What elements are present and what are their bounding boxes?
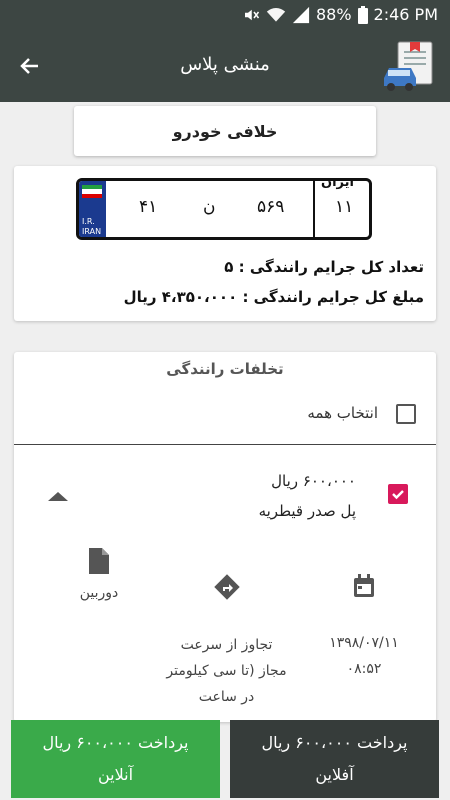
status-bar: 88% 2:46 PM	[0, 0, 450, 30]
divider	[14, 444, 436, 445]
violation-amount: ۶۰۰،۰۰۰ ریال	[271, 472, 356, 490]
violation-type: تجاوز از سرعت مجاز (تا سی کیلومتر در ساع…	[166, 637, 287, 705]
total-violations-count: تعداد کل جرایم رانندگی : ۵	[224, 258, 424, 276]
direction-icon	[213, 574, 240, 600]
plate-separator	[313, 181, 315, 237]
car-document-logo-icon	[384, 41, 433, 91]
plate-band-line1: I.R.	[82, 217, 95, 226]
plate-summary-card: I.R. IRAN ۴۱ ن ۵۶۹ ایران ۱۱ تعداد کل جرا…	[14, 166, 436, 321]
plate-region-code: ۱۱	[335, 197, 354, 217]
app-bar: منشی پلاس	[0, 30, 450, 102]
violation-source: دوربین	[79, 585, 119, 601]
wifi-icon	[266, 7, 286, 22]
violations-card: تخلفات رانندگی انتخاب همه ۶۰۰،۰۰۰ ریال پ…	[14, 352, 436, 722]
pay-online-label: پرداخت ۶۰۰،۰۰۰ ریال آنلاین	[42, 733, 189, 784]
pay-offline-button[interactable]: پرداخت ۶۰۰،۰۰۰ ریال آفلاین	[230, 720, 439, 798]
plate-country-band: I.R. IRAN	[79, 181, 106, 237]
document-icon	[89, 548, 109, 574]
signal-icon	[292, 6, 310, 23]
select-all-label[interactable]: انتخاب همه	[307, 404, 378, 422]
violation-location: پل صدر قیطریه	[258, 502, 356, 520]
mute-icon	[244, 9, 260, 20]
checkmark-icon	[392, 490, 404, 500]
violation-source-column: دوربین	[58, 548, 140, 606]
violation-datetime-column: ۱۳۹۸/۰۷/۱۱ ۰۸:۵۲	[304, 548, 424, 708]
plate-band-line2: IRAN	[82, 227, 102, 236]
select-all-checkbox[interactable]	[396, 404, 416, 424]
battery-percent: 88%	[315, 5, 352, 24]
pay-online-button[interactable]: پرداخت ۶۰۰،۰۰۰ ریال آنلاین	[11, 720, 220, 798]
violations-title: تخلفات رانندگی	[166, 360, 284, 378]
violation-checkbox[interactable]	[388, 484, 408, 504]
battery-icon	[357, 5, 368, 24]
calendar-icon	[354, 574, 374, 597]
plate-letter: ن	[203, 197, 216, 217]
tab-car-violations[interactable]: خلافی خودرو	[74, 106, 376, 156]
pay-offline-label: پرداخت ۶۰۰،۰۰۰ ریال آفلاین	[261, 733, 408, 784]
license-plate: I.R. IRAN ۴۱ ن ۵۶۹ ایران ۱۱	[76, 178, 372, 240]
chevron-up-icon[interactable]	[48, 492, 68, 501]
iran-flag-icon	[82, 185, 102, 198]
plate-country-word: ایران	[321, 178, 354, 190]
total-violations-amount: مبلغ کل جرایم رانندگی : ۴،۳۵۰،۰۰۰ ریال	[123, 288, 424, 306]
plate-left-number: ۴۱	[139, 197, 158, 217]
plate-middle-number: ۵۶۹	[257, 197, 285, 217]
clock: 2:46 PM	[373, 5, 438, 24]
violation-type-column: تجاوز از سرعت مجاز (تا سی کیلومتر در ساع…	[154, 548, 299, 722]
violation-datetime: ۱۳۹۸/۰۷/۱۱ ۰۸:۵۲	[329, 635, 399, 677]
